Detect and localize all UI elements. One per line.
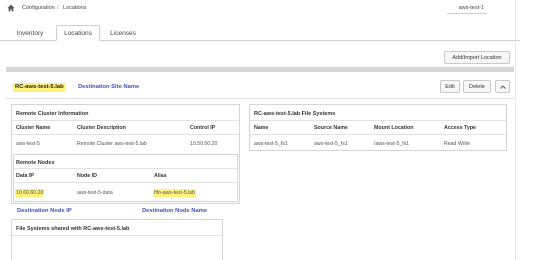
breadcrumb-configuration[interactable]: Configuration <box>22 4 55 12</box>
shared-file-systems-title: File Systems shared with RC-aws-test-5.l… <box>16 226 130 232</box>
remote-nodes-title: Remote Nodes <box>16 160 55 166</box>
host-name[interactable]: aws-test-1 <box>459 4 484 12</box>
host-underline <box>447 13 487 14</box>
cell-access-type: Read Write <box>444 141 470 147</box>
col-mount-location: Mount Location <box>374 125 414 131</box>
home-icon[interactable] <box>7 4 15 12</box>
cell-control-ip: 10.50.50.20 <box>190 141 218 147</box>
col-control-ip: Control IP <box>190 125 216 131</box>
col-data-ip: Data IP <box>16 173 34 179</box>
col-cluster-name: Cluster Name <box>16 125 51 131</box>
cell-mount-location: /aws-test-5_fs1 <box>374 141 410 147</box>
col-source-name: Source Name <box>314 125 348 131</box>
breadcrumb-locations: Locations <box>63 5 87 11</box>
chevron-up-icon <box>499 84 506 89</box>
location-name: RC-aws-test-5.lab <box>13 83 66 92</box>
cell-alias: fifo-aws-test-5.lab <box>153 189 196 197</box>
divider <box>14 168 237 169</box>
collapse-button[interactable] <box>495 80 510 93</box>
tab-inventory[interactable]: Inventory <box>11 25 49 41</box>
col-alias: Alias <box>154 173 167 179</box>
col-access-type: Access Type <box>444 125 476 131</box>
file-systems-title: RC-aws-test-5.lab File Systems <box>254 111 336 117</box>
tab-locations[interactable]: Locations <box>56 25 100 41</box>
remote-cluster-title: Remote Cluster Information <box>16 111 89 117</box>
divider <box>14 182 237 183</box>
breadcrumb-separator: / <box>57 5 59 11</box>
page-edge <box>515 0 516 260</box>
col-fs-name: Name <box>254 125 269 131</box>
annotation-destination-site-name: Destination Site Name <box>78 84 140 90</box>
divider <box>250 120 506 121</box>
add-import-location-button[interactable]: Add/Import Location <box>444 51 510 64</box>
header-divider <box>6 98 514 99</box>
cell-cluster-name: aws-test-5 <box>16 141 40 147</box>
cell-node-id: aws-test-5-data <box>77 190 113 196</box>
delete-button[interactable]: Delete <box>463 80 491 93</box>
divider <box>250 134 506 135</box>
col-cluster-description: Cluster Description <box>77 125 126 131</box>
tab-licenses[interactable]: Licenses <box>104 25 142 41</box>
section-divider <box>6 67 514 72</box>
divider <box>12 134 239 135</box>
col-node-id: Node ID <box>77 173 98 179</box>
cell-source-name: aws-test-5_fs1 <box>314 141 348 147</box>
cell-cluster-description: Remote Cluster aws-test-5.lab <box>77 141 147 147</box>
edit-button[interactable]: Edit <box>440 80 460 93</box>
divider <box>12 120 239 121</box>
cell-data-ip: 10.60.60.20 <box>15 189 45 197</box>
divider <box>12 235 222 236</box>
annotation-destination-node-ip: Destination Node IP <box>17 208 72 214</box>
annotation-destination-node-name: Destination Node Name <box>142 208 208 214</box>
cell-fs-name: aws-test-5_fs1 <box>254 141 288 147</box>
